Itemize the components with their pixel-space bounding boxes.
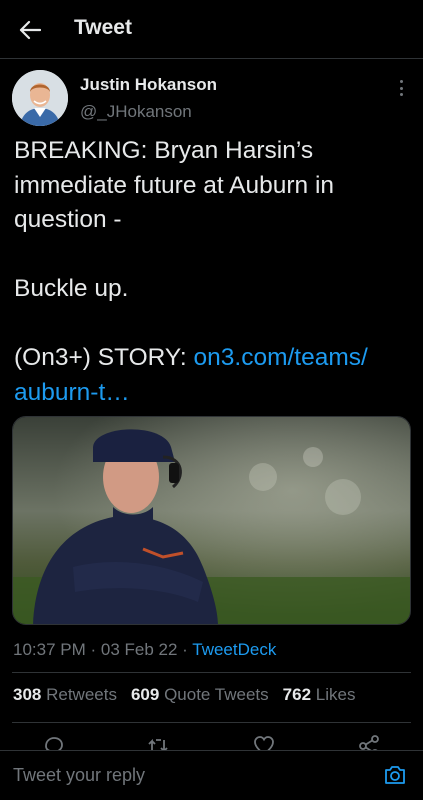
retweets-stat[interactable]: 308 Retweets xyxy=(13,685,117,704)
arrow-left-icon xyxy=(19,20,41,40)
meta-divider xyxy=(12,672,411,673)
back-button[interactable] xyxy=(17,17,43,43)
tweet-date[interactable]: 03 Feb 22 xyxy=(101,640,178,659)
author-handle[interactable]: @_JHokanson xyxy=(80,102,192,122)
tweet-media-image[interactable] xyxy=(12,416,411,625)
camera-icon[interactable] xyxy=(383,763,407,787)
tweet-line: (On3+) STORY: on3.com/teams/ xyxy=(14,344,368,371)
tweet-link-continued[interactable]: auburn-t… xyxy=(14,376,404,411)
tweet-stats: 308 Retweets 609 Quote Tweets 762 Likes xyxy=(13,685,355,705)
page-title: Tweet xyxy=(74,16,132,39)
more-dots-icon xyxy=(399,80,403,83)
reply-bar: Tweet your reply xyxy=(0,750,423,800)
profile-avatar-image xyxy=(12,70,68,126)
reply-input[interactable]: Tweet your reply xyxy=(13,765,145,786)
tweet-source[interactable]: TweetDeck xyxy=(192,640,276,659)
like-icon[interactable] xyxy=(252,734,276,750)
action-bar xyxy=(0,730,423,750)
tweet-timestamp: 10:37 PM · 03 Feb 22 · TweetDeck xyxy=(13,640,277,659)
tweet-line: BREAKING: Bryan Harsin’s xyxy=(14,137,314,164)
share-icon[interactable] xyxy=(357,734,381,750)
author-name[interactable]: Justin Hokanson xyxy=(80,75,217,95)
top-bar: Tweet xyxy=(0,0,423,58)
tweet-line: Buckle up. xyxy=(14,275,129,302)
tweet-text: BREAKING: Bryan Harsin’s immediate futur… xyxy=(14,134,404,410)
quote-tweets-stat[interactable]: 609 Quote Tweets xyxy=(131,685,269,704)
header-divider xyxy=(0,58,423,59)
media-photo xyxy=(13,417,410,624)
tweet-link[interactable]: on3.com/teams/ xyxy=(194,344,368,371)
tweet-line: question - xyxy=(14,206,122,233)
tweet-line: immediate future at Auburn in xyxy=(14,171,335,199)
reply-icon[interactable] xyxy=(42,734,66,750)
retweet-icon[interactable] xyxy=(146,734,170,750)
avatar[interactable] xyxy=(12,70,68,126)
more-options-button[interactable] xyxy=(396,78,406,98)
likes-stat[interactable]: 762 Likes xyxy=(283,685,356,704)
tweet-time[interactable]: 10:37 PM xyxy=(13,640,86,659)
stats-divider xyxy=(12,722,411,723)
